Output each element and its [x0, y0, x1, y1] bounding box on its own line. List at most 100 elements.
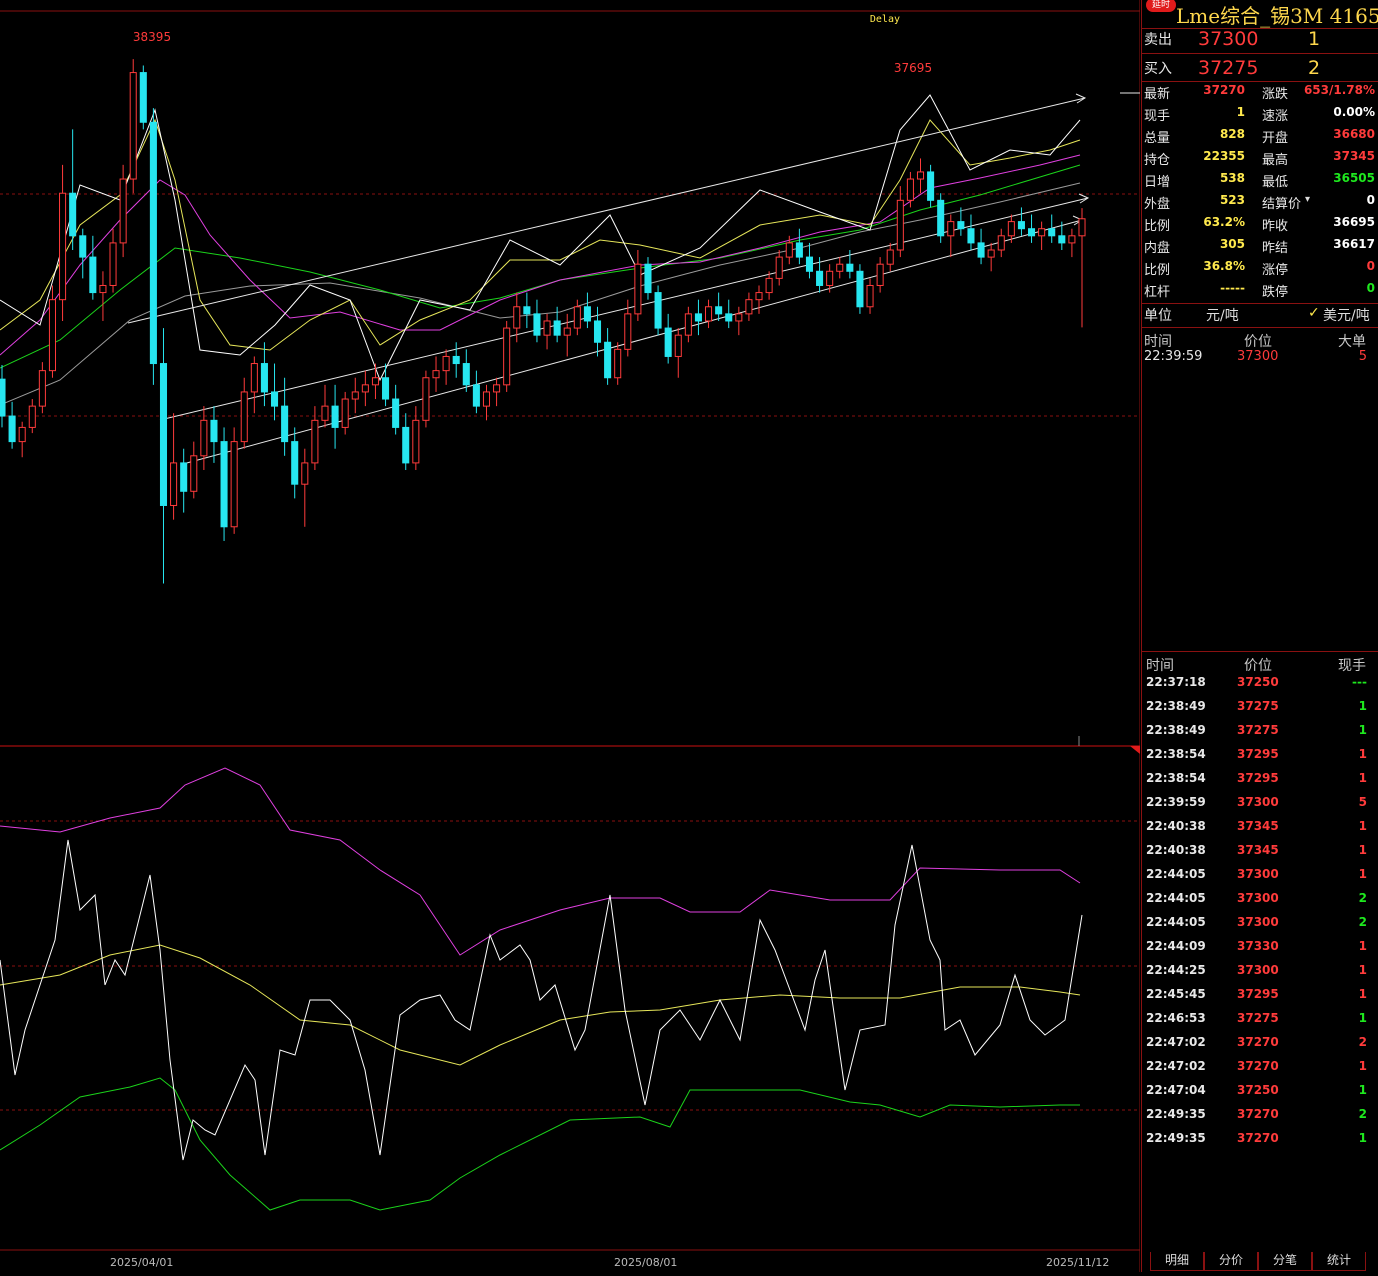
kline-chart-area[interactable]: 38395 37695 Delay 2025/04/01 2025/08/01 …	[0, 0, 1141, 1272]
quote-value: -----	[1220, 281, 1245, 295]
tab-detail[interactable]: 明细	[1150, 1252, 1204, 1271]
candle-body	[149, 121, 157, 365]
candle-body	[836, 263, 844, 272]
quote-label: 昨收	[1262, 219, 1289, 234]
ask-volume: 1	[1308, 28, 1321, 50]
candle-body	[69, 192, 77, 237]
kline-chart[interactable]: 38395 37695	[0, 0, 1141, 1272]
tick-row[interactable]: 22:38:49 37275 1	[1142, 699, 1378, 723]
candle-body	[1007, 221, 1015, 237]
tick-row[interactable]: 22:39:59 37300 5	[1142, 795, 1378, 819]
candle-body	[291, 441, 299, 485]
candle-body	[493, 384, 501, 393]
tick-row[interactable]: 22:47:02 37270 1	[1142, 1059, 1378, 1083]
quote-row: 内盘 305 昨结 36617	[1142, 237, 1378, 259]
candle-body	[382, 377, 390, 400]
candle-body	[583, 306, 591, 322]
bid-label: 买入	[1144, 61, 1172, 77]
candle-body	[180, 462, 188, 492]
quote-label: 杠杆	[1144, 285, 1171, 300]
tick-row[interactable]: 22:45:45 37295 1	[1142, 987, 1378, 1011]
tick-time: 22:38:49	[1146, 699, 1206, 713]
quote-value: 0	[1366, 193, 1375, 207]
quote-value: 523	[1219, 193, 1245, 207]
tick-price: 37270	[1237, 1107, 1279, 1121]
candle-body	[190, 455, 198, 492]
candle-body	[775, 256, 783, 279]
tick-row[interactable]: 22:44:05 37300 2	[1142, 915, 1378, 939]
tick-price: 37300	[1237, 795, 1279, 809]
quote-row: 比例 63.2% 昨收 36695	[1142, 215, 1378, 237]
candle-body	[361, 384, 369, 393]
tick-row[interactable]: 22:38:54 37295 1	[1142, 771, 1378, 795]
high-price-label: 38395	[133, 30, 171, 44]
candle-body	[8, 415, 16, 443]
candle-body	[997, 235, 1005, 251]
tick-price: 37295	[1237, 771, 1279, 785]
candle-body	[260, 363, 268, 393]
tick-row[interactable]: 22:44:05 37300 2	[1142, 891, 1378, 915]
candle-body	[139, 72, 147, 123]
tick-row[interactable]: 22:37:18 37250 ---	[1142, 675, 1378, 699]
candle-body	[674, 334, 682, 357]
tick-time: 22:44:05	[1146, 891, 1206, 905]
tick-time: 22:45:45	[1146, 987, 1206, 1001]
candle-body	[59, 192, 67, 301]
candle-body	[89, 256, 97, 294]
quote-label: 比例	[1144, 263, 1171, 278]
tick-row[interactable]: 22:46:53 37275 1	[1142, 1011, 1378, 1035]
tick-time: 22:47:02	[1146, 1059, 1206, 1073]
instrument-title[interactable]: Lme综合_锡3M 4165	[1176, 0, 1378, 29]
tab-ticks[interactable]: 分笔	[1258, 1252, 1312, 1271]
tick-row[interactable]: 22:40:38 37345 1	[1142, 843, 1378, 867]
tick-price: 37270	[1237, 1035, 1279, 1049]
quote-value: 36617	[1333, 237, 1375, 251]
tick-volume: 1	[1358, 1059, 1367, 1073]
candle-body	[1068, 235, 1076, 244]
big-order-header-price: 价位	[1244, 334, 1272, 350]
tick-header-vol: 现手	[1338, 658, 1366, 674]
tick-price: 37250	[1237, 675, 1279, 689]
tick-row[interactable]: 22:47:02 37270 2	[1142, 1035, 1378, 1059]
tick-price: 37270	[1237, 1059, 1279, 1073]
quote-label: 速涨	[1262, 109, 1289, 124]
candle-body	[513, 306, 521, 329]
candle-body	[533, 313, 541, 336]
quote-panel: 延时 Lme综合_锡3M 4165 卖出 37300 1 买入 37275 2 …	[1141, 0, 1378, 1272]
tab-statistics[interactable]: 统计	[1312, 1252, 1366, 1271]
ask-row[interactable]: 卖出 37300 1	[1142, 28, 1378, 51]
x-axis-label-2: 2025/08/01	[614, 1256, 678, 1269]
tick-time: 22:44:09	[1146, 939, 1206, 953]
tick-row[interactable]: 22:44:25 37300 1	[1142, 963, 1378, 987]
tab-price-distribution[interactable]: 分价	[1204, 1252, 1258, 1271]
tick-row[interactable]: 22:49:35 37270 2	[1142, 1107, 1378, 1131]
unit-option-cny[interactable]: 元/吨	[1206, 305, 1239, 325]
dropdown-arrow-icon[interactable]: ▾	[1305, 194, 1310, 216]
pane-corner-marker	[1130, 746, 1140, 754]
candle-body	[99, 284, 107, 294]
tick-row[interactable]: 22:38:54 37295 1	[1142, 747, 1378, 771]
tick-row[interactable]: 22:47:04 37250 1	[1142, 1083, 1378, 1107]
ma-green-line	[0, 164, 1081, 369]
tick-row[interactable]: 22:44:05 37300 1	[1142, 867, 1378, 891]
tick-volume: 1	[1358, 699, 1367, 713]
quote-row: 最新 37270 涨跌 653/1.78%	[1142, 83, 1378, 105]
tick-row[interactable]: 22:49:35 37270 1	[1142, 1131, 1378, 1155]
quote-label: 涨停	[1262, 263, 1289, 278]
tick-row[interactable]: 22:38:49 37275 1	[1142, 723, 1378, 747]
unit-option-usd[interactable]: 美元/吨	[1323, 305, 1370, 325]
tick-row[interactable]: 22:40:38 37345 1	[1142, 819, 1378, 843]
big-order-row[interactable]: 22:39:59 37300 5	[1142, 349, 1378, 373]
bid-row[interactable]: 买入 37275 2	[1142, 57, 1378, 80]
quote-value: 36505	[1333, 171, 1375, 185]
tick-row[interactable]: 22:44:09 37330 1	[1142, 939, 1378, 963]
quote-label: 比例	[1144, 219, 1171, 234]
quote-row: 日增 538 最低 36505	[1142, 171, 1378, 193]
candle-body	[0, 378, 6, 417]
quote-value: 37345	[1333, 149, 1375, 163]
bid-price: 37275	[1198, 57, 1259, 79]
quote-row: 外盘 523 结算价 ▾ 0	[1142, 193, 1378, 215]
bid-volume: 2	[1308, 57, 1321, 79]
big-order-header-vol: 大单	[1338, 334, 1366, 350]
candle-body	[624, 313, 632, 350]
